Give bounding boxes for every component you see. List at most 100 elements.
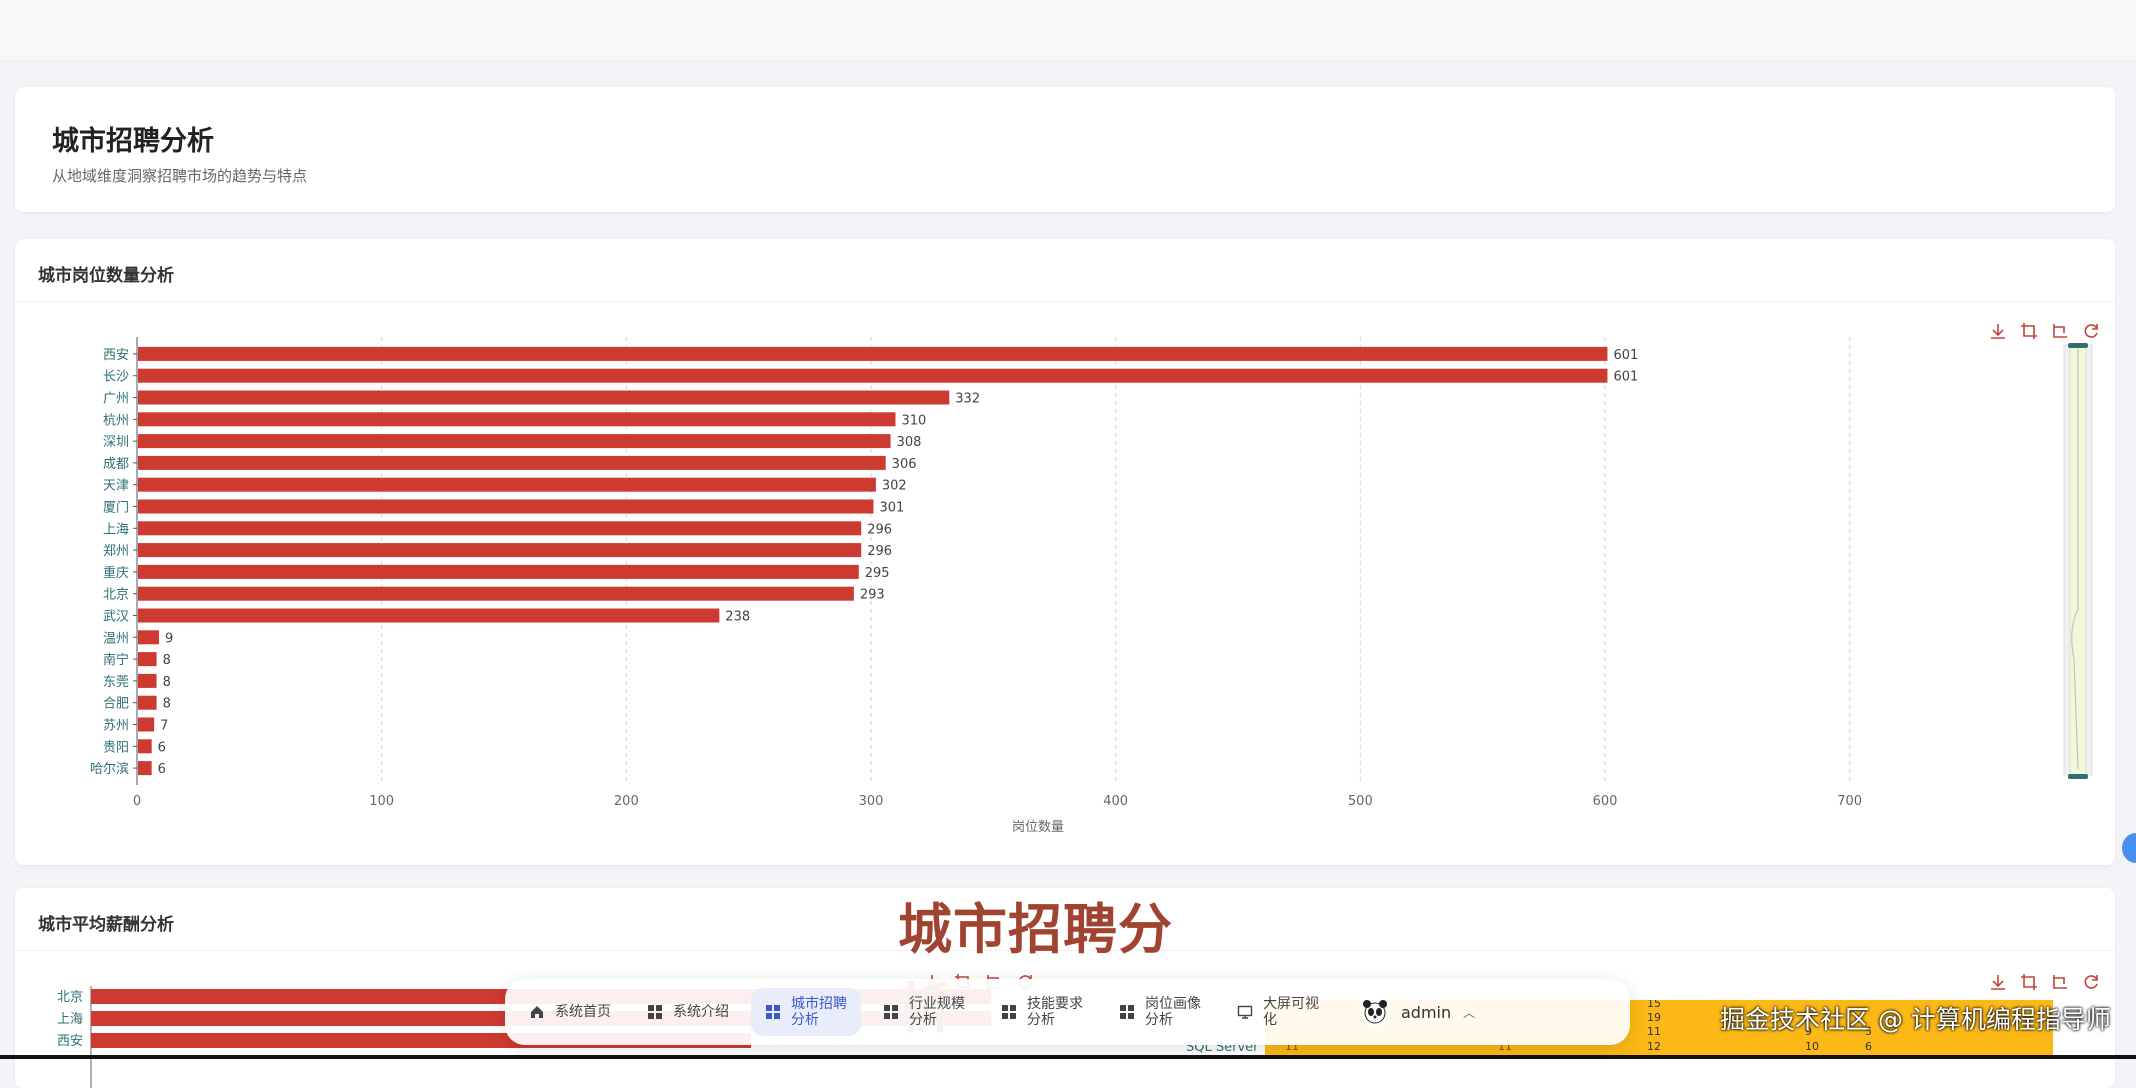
bar[interactable] [138, 412, 896, 427]
y-tick-label: 哈尔滨 [90, 761, 129, 777]
bar[interactable] [138, 673, 157, 688]
datazoom-slider[interactable] [2063, 343, 2093, 779]
bar[interactable] [138, 564, 859, 579]
bar[interactable] [138, 499, 874, 514]
nav-big-screen[interactable]: 大屏可视化 [1223, 988, 1333, 1036]
nav-label: 城市招聘分析 [791, 996, 847, 1028]
nav-label: 大屏可视化 [1263, 996, 1319, 1028]
floating-action-button[interactable] [2122, 833, 2136, 863]
x-tick-label: 300 [859, 794, 884, 809]
nav-home[interactable]: 系统首页 [515, 988, 625, 1036]
y-tick-label: 西安 [103, 348, 129, 363]
slider-handle-top[interactable] [2068, 343, 2088, 348]
bottom-dock-nav: 系统首页 系统介绍 城市招聘分析 行业规模分析 技能要求分析 岗位画像分析 大屏… [505, 979, 1630, 1045]
username: admin [1401, 1002, 1452, 1022]
user-menu[interactable]: admin ︿ [1361, 998, 1475, 1026]
nav-intro[interactable]: 系统介绍 [633, 988, 743, 1036]
x-tick-label: 600 [1593, 794, 1618, 809]
nav-label: 系统首页 [555, 1004, 611, 1020]
bar[interactable] [138, 586, 854, 601]
grid-icon [883, 1004, 899, 1020]
svg-text:11: 11 [1647, 1025, 1661, 1038]
chevron-up-icon: ︿ [1463, 1005, 1476, 1020]
data-label: 296 [867, 544, 892, 559]
bar[interactable] [138, 695, 157, 710]
bar[interactable] [138, 346, 1608, 361]
city-job-count-card: 城市岗位数量分析 西安 601 长沙 601 广州 332 杭州 310 深圳 308 成都 306 天… [15, 239, 2115, 865]
data-label: 332 [955, 392, 980, 407]
y-tick-label: 天津 [103, 479, 129, 494]
bar[interactable] [138, 608, 720, 623]
y-tick-label: 贵阳 [103, 740, 129, 755]
data-label: 8 [163, 675, 171, 690]
bar[interactable] [138, 652, 157, 667]
y-tick-label: 深圳 [103, 435, 129, 450]
data-label: 306 [892, 457, 917, 472]
grid-icon [765, 1004, 781, 1020]
data-label: 9 [165, 631, 173, 646]
svg-text:6: 6 [1865, 1040, 1872, 1053]
grid-icon [1001, 1004, 1017, 1020]
y-tick-label: 上海 [103, 522, 129, 537]
bar[interactable] [138, 761, 152, 776]
home-icon [529, 1004, 545, 1020]
data-label: 308 [897, 435, 922, 450]
data-label: 301 [879, 501, 904, 516]
x-tick-label: 200 [614, 794, 639, 809]
nav-label: 岗位画像分析 [1145, 996, 1201, 1028]
y-tick-label: 北京 [103, 588, 129, 603]
y-tick-label: 广州 [103, 392, 129, 407]
nav-label: 行业规模分析 [909, 996, 965, 1028]
y-tick-label: 上海 [57, 1012, 83, 1027]
y-tick-label: 杭州 [103, 413, 129, 428]
svg-text:10: 10 [1805, 1040, 1819, 1053]
y-tick-label: 苏州 [103, 718, 129, 734]
data-label: 601 [1613, 348, 1638, 363]
data-label: 8 [163, 653, 171, 668]
y-tick-label: 南宁 [103, 652, 129, 668]
top-bar [0, 0, 2136, 61]
svg-text:15: 15 [1647, 1000, 1661, 1010]
bar[interactable] [138, 368, 1608, 383]
x-tick-label: 0 [133, 794, 141, 809]
x-tick-label: 400 [1103, 794, 1128, 809]
data-label: 296 [867, 522, 892, 537]
svg-text:12: 12 [1647, 1040, 1661, 1053]
y-tick-label: 成都 [103, 457, 129, 472]
y-tick-label: 温州 [103, 631, 129, 646]
nav-label: 技能要求分析 [1027, 996, 1083, 1028]
y-tick-label: 郑州 [103, 544, 129, 559]
data-label: 6 [158, 740, 166, 755]
nav-skills[interactable]: 技能要求分析 [987, 988, 1097, 1036]
data-label: 302 [882, 479, 907, 494]
data-label: 7 [160, 719, 168, 734]
nav-job-profile[interactable]: 岗位画像分析 [1105, 988, 1215, 1036]
bar[interactable] [138, 455, 886, 470]
screen-icon [1237, 1004, 1253, 1020]
data-label: 295 [865, 566, 890, 581]
bar[interactable] [138, 390, 950, 405]
nav-industry-scale[interactable]: 行业规模分析 [869, 988, 979, 1036]
y-tick-label: 北京 [57, 990, 83, 1005]
city-job-bar-chart: 西安 601 长沙 601 广州 332 杭州 310 深圳 308 成都 306 天津 302 厦门 301… [90, 337, 2093, 835]
page-title: 城市招聘分析 [52, 126, 214, 157]
nav-city-recruit[interactable]: 城市招聘分析 [751, 988, 861, 1036]
bar[interactable] [138, 477, 876, 492]
y-tick-label: 重庆 [103, 565, 129, 581]
y-tick-label: 西安 [57, 1034, 83, 1049]
bar[interactable] [138, 543, 862, 558]
bottom-edge [0, 1055, 2136, 1059]
data-label: 293 [860, 588, 885, 603]
grid-icon [1119, 1004, 1135, 1020]
bar[interactable] [138, 739, 152, 754]
slider-handle-bottom[interactable] [2068, 774, 2088, 779]
bar[interactable] [138, 630, 160, 645]
y-tick-label: 武汉 [103, 610, 129, 625]
page-subtitle: 从地域维度洞察招聘市场的趋势与特点 [52, 167, 308, 185]
svg-text:19: 19 [1647, 1011, 1661, 1024]
bar[interactable] [138, 521, 862, 536]
bar[interactable] [138, 717, 155, 732]
x-tick-label: 700 [1837, 794, 1862, 809]
bar[interactable] [138, 434, 891, 449]
y-tick-label: 合肥 [103, 697, 129, 712]
